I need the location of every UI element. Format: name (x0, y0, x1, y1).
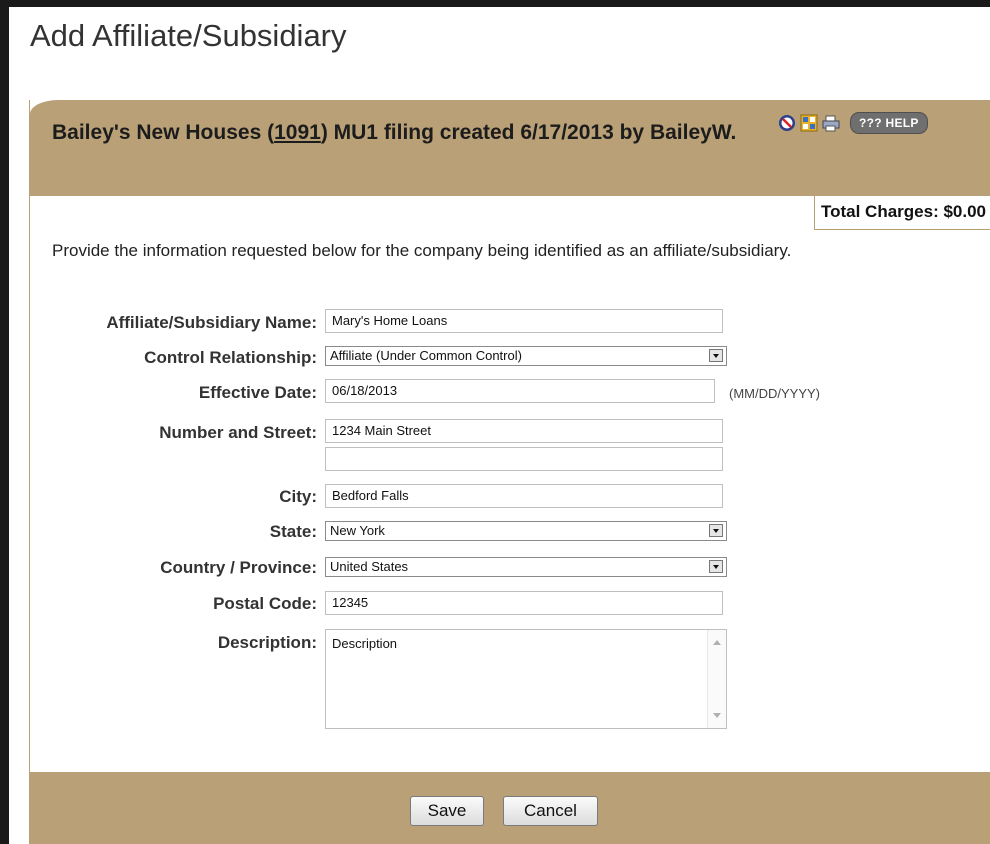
affiliate-name-input[interactable]: Mary's Home Loans (325, 309, 723, 333)
intro-text: Provide the information requested below … (52, 241, 792, 260)
grid-swap-icon[interactable] (800, 114, 818, 132)
dropdown-arrow-icon[interactable] (709, 524, 723, 537)
window-frame-top (0, 0, 990, 7)
city-input[interactable]: Bedford Falls (325, 484, 723, 508)
dropdown-arrow-icon[interactable] (709, 349, 723, 362)
control-relationship-value: Affiliate (Under Common Control) (330, 348, 522, 363)
no-entry-icon[interactable] (778, 114, 796, 132)
affiliate-name-label: Affiliate/Subsidiary Name: (106, 313, 317, 332)
panel-header: Bailey's New Houses (1091) MU1 filing cr… (30, 100, 990, 196)
header-toolbar: ??? HELP (778, 112, 928, 134)
printer-icon[interactable] (822, 114, 840, 132)
street-input-line2[interactable] (325, 447, 723, 471)
street-label: Number and Street: (159, 423, 317, 442)
control-relationship-label: Control Relationship: (144, 348, 317, 367)
textarea-scrollbar[interactable] (707, 630, 726, 728)
scroll-down-icon[interactable] (713, 713, 721, 718)
street-input-line1[interactable]: 1234 Main Street (325, 419, 723, 443)
postal-code-input[interactable]: 12345 (325, 591, 723, 615)
cancel-button[interactable]: Cancel (503, 796, 598, 826)
heading-suffix: ) MU1 filing created 6/17/2013 by Bailey… (320, 121, 737, 144)
description-label: Description: (217, 633, 317, 652)
effective-date-label: Effective Date: (198, 383, 317, 402)
window-frame-left (0, 0, 9, 844)
help-button[interactable]: ??? HELP (850, 112, 928, 134)
country-value: United States (330, 559, 409, 574)
state-label: State: (269, 522, 317, 541)
control-relationship-select[interactable]: Affiliate (Under Common Control) (325, 346, 727, 366)
panel-footer: Save Cancel (30, 772, 990, 844)
scroll-up-icon[interactable] (713, 640, 721, 645)
description-textarea[interactable]: Description (325, 629, 727, 729)
heading-prefix: Bailey's New Houses ( (52, 121, 275, 144)
city-label: City: (279, 487, 317, 506)
dropdown-arrow-icon[interactable] (709, 560, 723, 573)
state-value: New York (330, 523, 385, 538)
total-charges: Total Charges: $0.00 (813, 196, 990, 230)
effective-date-input[interactable]: 06/18/2013 (325, 379, 715, 403)
country-select[interactable]: United States (325, 557, 727, 577)
description-text: Description (332, 636, 398, 651)
page-title: Add Affiliate/Subsidiary (30, 18, 347, 53)
country-label: Country / Province: (160, 558, 317, 577)
state-select[interactable]: New York (325, 521, 727, 541)
form-panel: Bailey's New Houses (1091) MU1 filing cr… (29, 100, 990, 844)
postal-code-label: Postal Code: (213, 594, 317, 613)
filing-heading: Bailey's New Houses (1091) MU1 filing cr… (52, 120, 792, 146)
save-button[interactable]: Save (410, 796, 484, 826)
company-id-link[interactable]: 1091 (274, 121, 321, 144)
date-format-hint: (MM/DD/YYYY) (729, 386, 820, 401)
